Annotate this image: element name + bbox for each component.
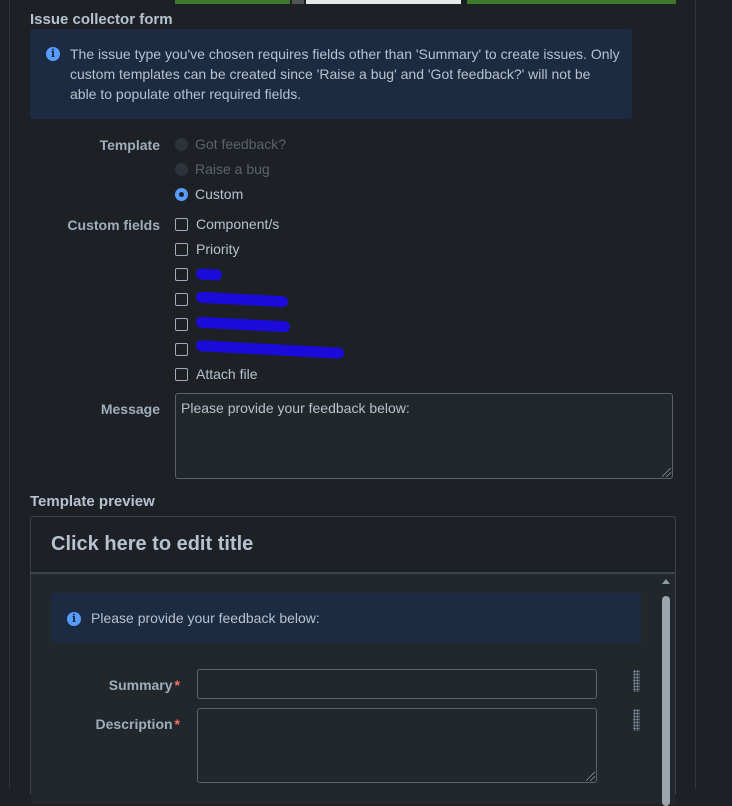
radio-got-feedback <box>175 137 188 151</box>
template-option-label: Custom <box>195 186 244 202</box>
strip-segment-light <box>306 0 461 4</box>
required-marker: * <box>174 716 180 732</box>
template-option-custom[interactable]: Custom <box>175 184 243 204</box>
resize-grip-icon[interactable] <box>586 772 595 781</box>
redaction-mark <box>196 316 290 332</box>
drag-handle-icon[interactable] <box>633 709 640 731</box>
summary-input[interactable] <box>197 669 597 699</box>
issue-collector-form-title: Issue collector form <box>30 11 173 28</box>
custom-field-label: Component/s <box>196 216 280 232</box>
message-label: Message <box>100 401 160 417</box>
info-icon: i <box>67 612 81 626</box>
custom-field-redacted-4[interactable] <box>175 339 344 359</box>
checkbox-redacted-1[interactable] <box>175 267 188 281</box>
checkbox-redacted-4[interactable] <box>175 342 188 356</box>
template-label: Template <box>99 137 160 153</box>
strip-segment-green <box>175 0 290 4</box>
description-label-text: Description <box>95 716 173 732</box>
preview-info-banner: i Please provide your feedback below: <box>51 593 641 643</box>
custom-field-label: Attach file <box>196 366 258 382</box>
template-option-got-feedback: Got feedback? <box>175 134 286 154</box>
strip-segment-green-2 <box>467 0 676 4</box>
description-label: Description * <box>96 716 180 732</box>
drag-handle-icon[interactable] <box>633 670 640 692</box>
radio-raise-bug <box>175 162 188 176</box>
scroll-up-arrow-icon[interactable] <box>662 579 670 584</box>
summary-label: Summary * <box>109 677 180 693</box>
info-banner-text: The issue type you've chosen requires fi… <box>70 46 620 102</box>
checkbox-redacted-3[interactable] <box>175 317 188 331</box>
template-preview-title: Template preview <box>30 493 155 510</box>
info-banner: i The issue type you've chosen requires … <box>30 29 632 119</box>
template-option-raise-bug: Raise a bug <box>175 159 270 179</box>
resize-grip-icon[interactable] <box>662 468 671 477</box>
custom-field-redacted-1[interactable] <box>175 264 222 284</box>
message-textarea[interactable]: Please provide your feedback below: <box>175 393 673 479</box>
redaction-mark <box>196 267 222 281</box>
preview-scrollbar[interactable] <box>661 579 671 806</box>
custom-field-redacted-2[interactable] <box>175 289 288 309</box>
radio-custom[interactable] <box>175 187 188 201</box>
preview-header: Click here to edit title <box>31 517 675 574</box>
template-preview-frame: Click here to edit title i Please provid… <box>30 516 676 806</box>
template-option-label: Raise a bug <box>195 161 270 177</box>
edit-title-link[interactable]: Click here to edit title <box>51 533 253 556</box>
description-textarea[interactable] <box>197 708 597 783</box>
custom-field-label: Priority <box>196 241 240 257</box>
redaction-mark <box>196 339 344 359</box>
checkbox-attach-file[interactable] <box>175 367 188 381</box>
checkbox-priority[interactable] <box>175 242 188 256</box>
required-marker: * <box>174 677 180 693</box>
right-divider <box>695 0 696 789</box>
custom-field-redacted-3[interactable] <box>175 314 290 334</box>
redaction-mark <box>196 291 288 307</box>
custom-fields-label: Custom fields <box>67 217 160 233</box>
template-option-label: Got feedback? <box>195 136 287 152</box>
info-icon: i <box>46 47 60 61</box>
left-divider <box>9 0 10 789</box>
strip-segment-dark <box>292 0 304 4</box>
checkbox-component[interactable] <box>175 217 188 231</box>
checkbox-redacted-2[interactable] <box>175 292 188 306</box>
summary-label-text: Summary <box>108 677 173 693</box>
preview-body: i Please provide your feedback below: Su… <box>31 574 675 806</box>
scroll-thumb[interactable] <box>662 596 670 806</box>
custom-field-priority[interactable]: Priority <box>175 239 240 259</box>
preview-banner-text: Please provide your feedback below: <box>91 610 320 626</box>
top-image-strip <box>175 0 676 4</box>
custom-field-attach-file[interactable]: Attach file <box>175 364 257 384</box>
custom-field-component[interactable]: Component/s <box>175 214 279 234</box>
message-value: Please provide your feedback below: <box>181 400 410 416</box>
